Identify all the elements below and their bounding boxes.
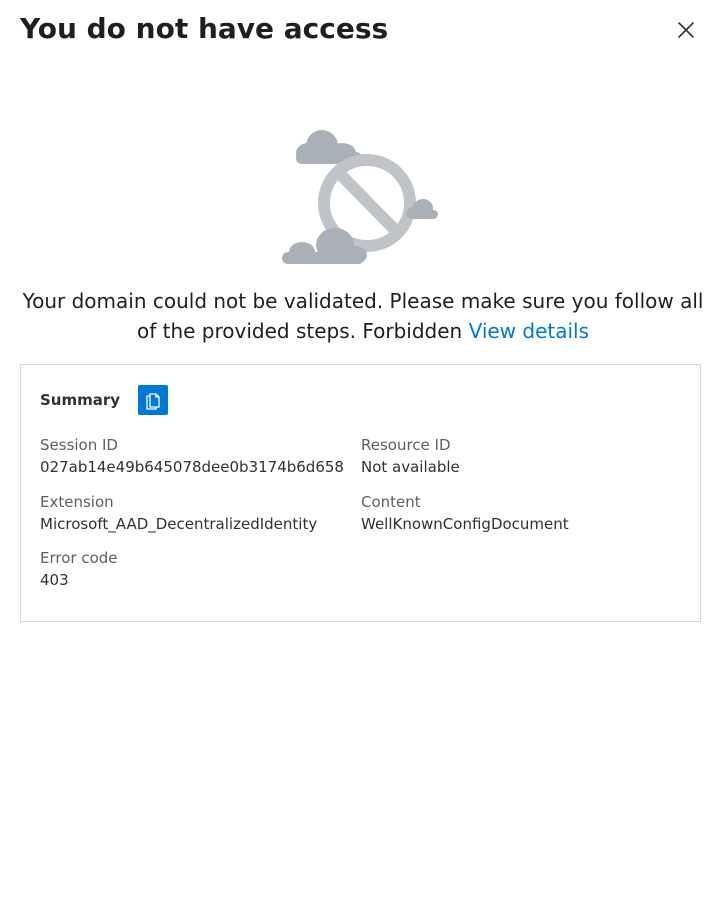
close-button[interactable] <box>672 16 700 44</box>
session-id-field: Session ID 027ab14e49b645078dee0b3174b6d… <box>40 434 344 478</box>
close-icon <box>678 22 694 38</box>
content-label: Content <box>361 493 421 511</box>
summary-title: Summary <box>40 391 121 409</box>
copy-summary-button[interactable] <box>138 385 169 415</box>
extension-field: Extension Microsoft_AAD_DecentralizedIde… <box>40 491 317 535</box>
error-code-field: Error code 403 <box>40 547 118 591</box>
summary-box: Summary Session ID 027ab14e49b645078dee0… <box>20 364 701 622</box>
page-title: You do not have access <box>20 12 389 45</box>
resource-id-field: Resource ID Not available <box>361 434 460 478</box>
error-message-text: Your domain could not be validated. Plea… <box>22 289 704 343</box>
resource-id-label: Resource ID <box>361 436 451 454</box>
content-field: Content WellKnownConfigDocument <box>361 491 569 535</box>
resource-id-value: Not available <box>361 458 460 476</box>
no-access-cloud-icon <box>282 130 438 264</box>
error-message: Your domain could not be validated. Plea… <box>15 286 711 346</box>
error-code-label: Error code <box>40 549 118 567</box>
panel-header: You do not have access <box>20 10 706 50</box>
extension-value: Microsoft_AAD_DecentralizedIdentity <box>40 515 318 533</box>
session-id-value: 027ab14e49b645078dee0b3174b6d658 <box>40 458 344 476</box>
access-denied-panel: You do not have access Your domain could… <box>0 0 726 905</box>
error-code-value: 403 <box>40 571 69 589</box>
no-access-illustration <box>278 122 448 272</box>
extension-label: Extension <box>40 493 114 511</box>
copy-icon <box>146 393 160 410</box>
summary-header: Summary <box>40 384 169 416</box>
content-value: WellKnownConfigDocument <box>361 515 569 533</box>
view-details-link[interactable]: View details <box>469 319 589 343</box>
session-id-label: Session ID <box>40 436 118 454</box>
